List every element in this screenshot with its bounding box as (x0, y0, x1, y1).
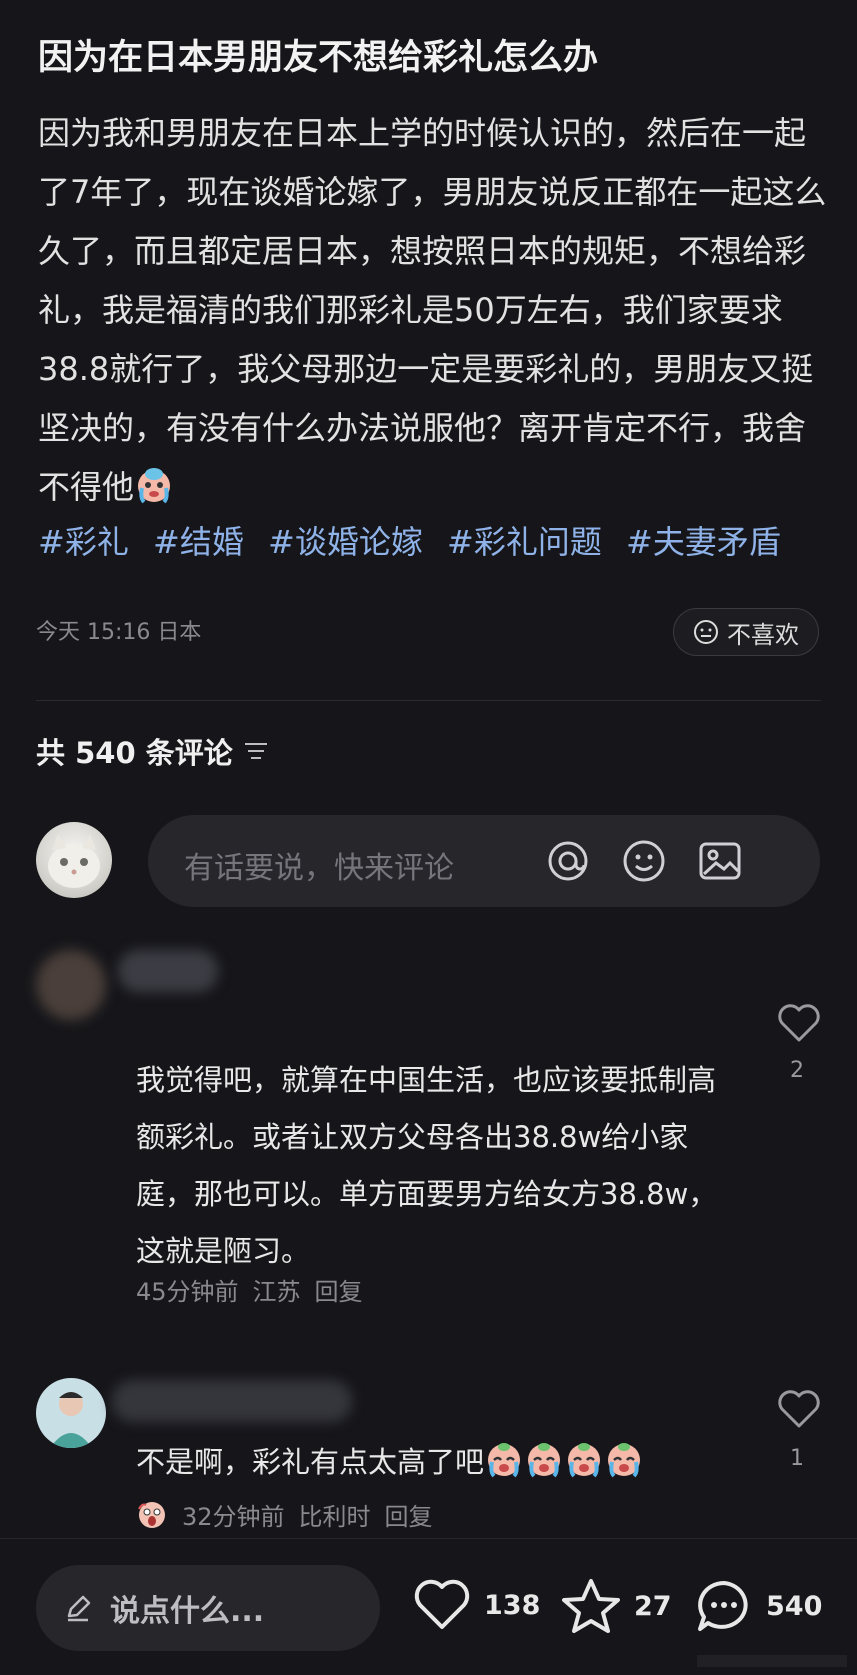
comment-input[interactable]: 有话要说，快来评论 (148, 815, 820, 907)
star-icon (562, 1579, 620, 1633)
comment-bubble-icon (698, 1581, 748, 1631)
crying-emoji-icon (608, 1443, 641, 1478)
comment-location: 比利时 (298, 1503, 371, 1531)
say-something-placeholder: 说点什么... (110, 1594, 265, 1629)
heart-icon (414, 1579, 470, 1629)
crying-emoji-icon (138, 468, 171, 504)
like-count: 2 (790, 1058, 804, 1083)
scream-emoji-icon (138, 1501, 165, 1528)
reply-button[interactable]: 回复 (385, 1497, 433, 1532)
comment-text: 我觉得吧，就算在中国生活，也应该要抵制高额彩礼。或者让双方父母各出38.8w给小… (136, 1063, 718, 1268)
watermark (697, 1655, 847, 1667)
comment-author[interactable] (118, 950, 218, 992)
like-total: 138 (484, 1589, 541, 1621)
dislike-button[interactable]: 不喜欢 (673, 608, 819, 656)
comment-meta: 45分钟前 江苏 回复 (136, 1272, 363, 1307)
avatar[interactable] (36, 1378, 106, 1448)
crying-emoji-icon (568, 1443, 601, 1478)
post-body-text: 因为我和男朋友在日本上学的时候认识的，然后在一起了7年了，现在谈婚论嫁了，男朋友… (38, 114, 827, 506)
tag-link[interactable]: #彩礼问题 (447, 523, 602, 561)
crying-emoji-icon (488, 1443, 521, 1478)
favorite-total: 27 (634, 1590, 672, 1622)
comment-total: 540 (766, 1590, 823, 1622)
sort-icon[interactable] (243, 740, 269, 762)
tag-link[interactable]: #夫妻矛盾 (626, 523, 781, 561)
comment-text-body: 不是啊，彩礼有点太高了吧 (136, 1445, 485, 1479)
comment-author[interactable] (112, 1380, 352, 1422)
heart-icon[interactable] (776, 1002, 822, 1044)
dislike-label: 不喜欢 (727, 620, 799, 649)
favorite-action[interactable]: 27 (560, 1577, 672, 1635)
tag-link[interactable]: #结婚 (153, 523, 244, 561)
post-body: 因为我和男朋友在日本上学的时候认识的，然后在一起了7年了，现在谈婚论嫁了，男朋友… (38, 104, 828, 517)
post-time-location: 今天 15:16 日本 (36, 620, 202, 645)
crying-emoji-icon (528, 1443, 561, 1478)
person-avatar-icon (50, 1392, 92, 1448)
reply-button[interactable]: 回复 (315, 1272, 363, 1307)
comment-text: 不是啊，彩礼有点太高了吧 (136, 1434, 756, 1491)
comment-meta: 32分钟前 比利时 回复 (136, 1497, 433, 1532)
like-action[interactable]: 138 (412, 1577, 540, 1633)
comment-count-header: 共 540 条评论 (36, 730, 269, 772)
at-mention-icon[interactable] (544, 837, 592, 885)
say-something-input[interactable]: 说点什么... (36, 1565, 380, 1651)
neutral-face-icon (694, 620, 718, 644)
emoji-icon[interactable] (620, 837, 668, 885)
comment-location: 江苏 (252, 1278, 301, 1306)
comment-count-label: 共 540 条评论 (36, 736, 233, 770)
divider (36, 700, 821, 701)
avatar[interactable] (36, 822, 112, 898)
cat-avatar-icon (48, 834, 100, 888)
like-count: 1 (790, 1446, 804, 1471)
tag-link[interactable]: #谈婚论嫁 (268, 523, 423, 561)
heart-icon[interactable] (776, 1388, 822, 1430)
pencil-icon (67, 1595, 91, 1622)
comment-action[interactable]: 540 (694, 1577, 822, 1635)
comment-time: 45分钟前 (136, 1278, 239, 1306)
comment-time: 32分钟前 (182, 1503, 285, 1531)
image-icon[interactable] (696, 837, 744, 885)
tag-list: #彩礼 #结婚 #谈婚论嫁 #彩礼问题 #夫妻矛盾 (38, 512, 838, 572)
avatar[interactable] (36, 950, 106, 1020)
divider (0, 1538, 857, 1539)
tag-link[interactable]: #彩礼 (38, 523, 129, 561)
post-title: 因为在日本男朋友不想给彩礼怎么办 (38, 38, 599, 78)
comment-input-placeholder: 有话要说，快来评论 (184, 851, 454, 886)
